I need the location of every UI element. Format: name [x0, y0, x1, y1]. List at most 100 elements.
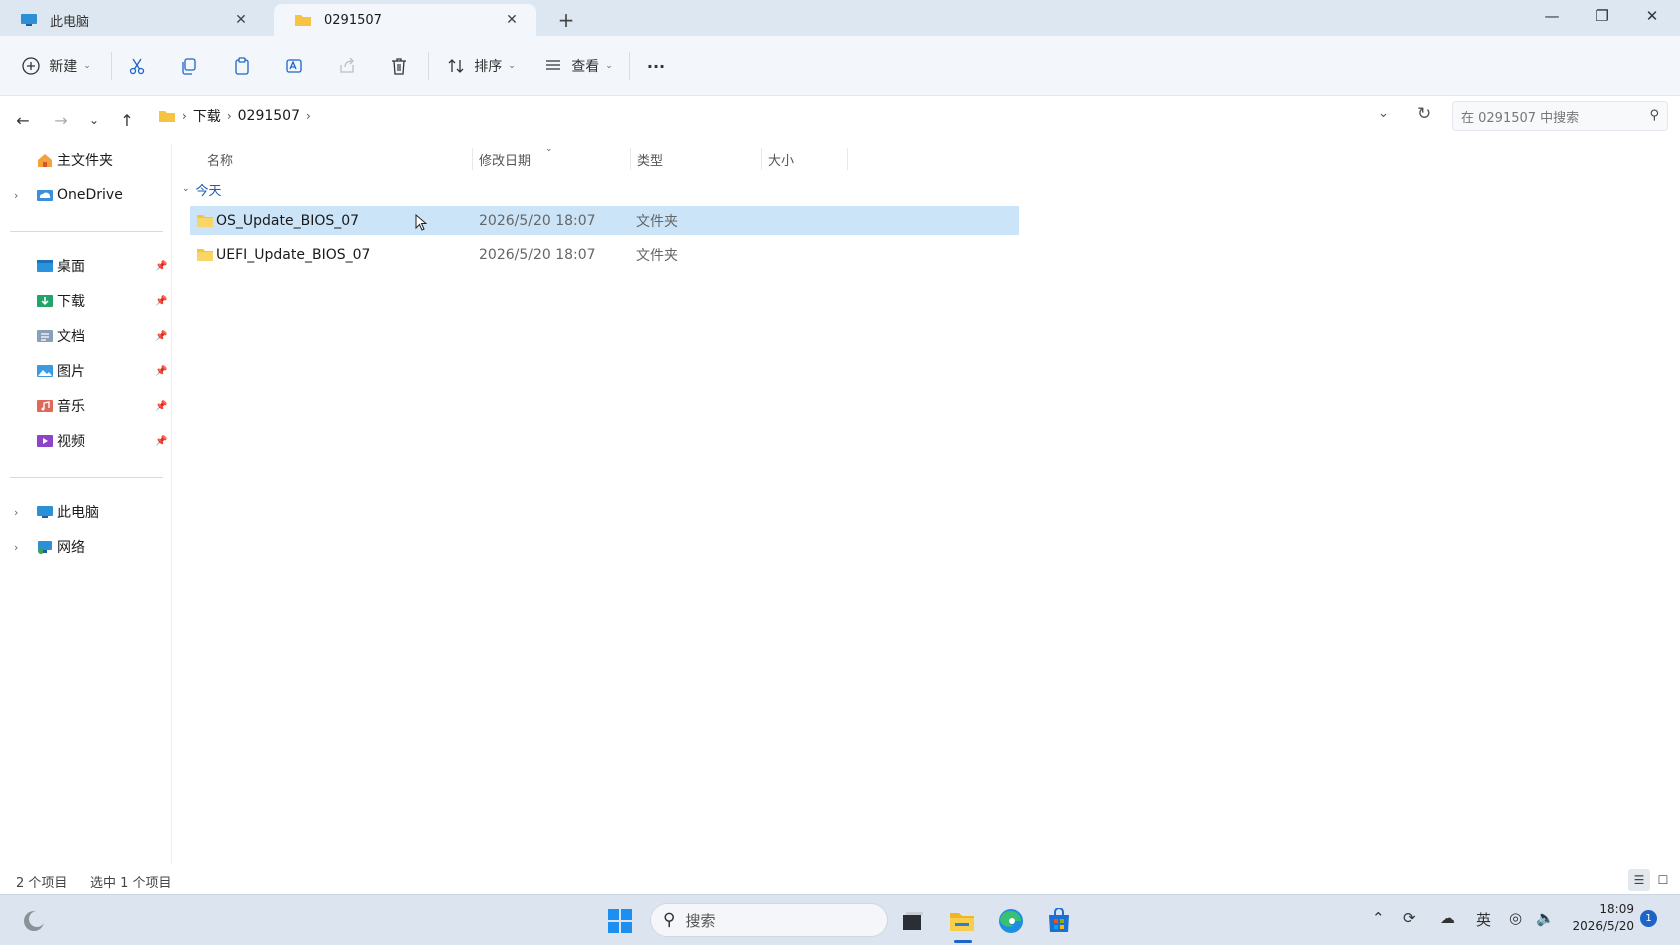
pictures-folder-icon: [37, 365, 53, 377]
restore-button[interactable]: ❐: [1577, 0, 1627, 32]
column-header-name[interactable]: 名称: [201, 144, 470, 174]
widgets-button[interactable]: [16, 903, 52, 939]
column-header-type[interactable]: 类型: [631, 144, 759, 174]
cloud-offline-icon[interactable]: ☁: [1440, 909, 1455, 927]
weather-icon: [24, 911, 45, 931]
breadcrumb-downloads[interactable]: 下载: [193, 106, 221, 126]
sidebar-item-downloads[interactable]: 下载 📌: [0, 286, 170, 316]
volume-icon[interactable]: 🔈: [1536, 909, 1555, 927]
input-method-indicator[interactable]: 英: [1476, 909, 1491, 930]
view-button-label: 查看: [571, 59, 600, 75]
scissors-icon: [129, 58, 145, 75]
sidebar-item-label: 下载: [57, 294, 85, 310]
breadcrumb-separator-icon[interactable]: ›: [306, 109, 311, 123]
copy-button[interactable]: [173, 50, 205, 82]
pin-icon[interactable]: 📌: [155, 261, 167, 272]
sidebar-item-network[interactable]: › 网络: [0, 532, 170, 562]
tab-this-pc[interactable]: 此电脑 ✕: [0, 4, 265, 36]
list-item[interactable]: OS_Update_BIOS_07 2026/5/20 18:07 文件夹: [190, 206, 1019, 235]
chevron-down-icon: ⌄: [508, 61, 516, 71]
address-history-button[interactable]: ⌄: [1378, 106, 1389, 121]
sidebar-item-this-pc[interactable]: › 此电脑: [0, 497, 170, 527]
sidebar-item-videos[interactable]: 视频 📌: [0, 426, 170, 456]
breadcrumb-current[interactable]: 0291507: [238, 108, 300, 124]
more-options-button[interactable]: ···: [640, 50, 672, 82]
chevron-down-icon: ⌄: [83, 61, 91, 71]
new-button[interactable]: 新建 ⌄: [20, 50, 92, 82]
network-globe-icon[interactable]: ◎: [1509, 909, 1522, 927]
up-button[interactable]: ↑: [113, 106, 141, 134]
refresh-button[interactable]: ↻: [1417, 104, 1431, 124]
refresh-icon: ↻: [1417, 104, 1432, 124]
close-tab-icon[interactable]: ✕: [502, 12, 522, 28]
taskbar-clock[interactable]: 18:09 2026/5/20: [1570, 901, 1634, 935]
back-button[interactable]: ←: [9, 106, 37, 134]
column-header-label: 大小: [768, 153, 795, 169]
sort-button[interactable]: 排序 ⌄: [446, 50, 516, 82]
close-window-button[interactable]: ✕: [1627, 0, 1677, 32]
tiles-view-button[interactable]: ☐: [1652, 869, 1674, 891]
microsoft-store-button[interactable]: [1041, 903, 1077, 939]
trash-icon: [392, 58, 406, 75]
start-button[interactable]: [602, 903, 638, 939]
sidebar-item-documents[interactable]: 文档 📌: [0, 321, 170, 351]
sidebar-divider: [10, 477, 163, 478]
pin-icon[interactable]: 📌: [155, 436, 167, 447]
list-item[interactable]: UEFI_Update_BIOS_07 2026/5/20 18:07 文件夹: [190, 240, 1019, 269]
rename-button[interactable]: [278, 50, 310, 82]
folder-icon: [197, 215, 213, 227]
group-header-today[interactable]: ⌄ 今天: [182, 178, 222, 200]
documents-folder-icon: [37, 330, 53, 342]
pin-icon[interactable]: 📌: [155, 401, 167, 412]
arrow-left-icon: ←: [16, 110, 30, 130]
column-resize-handle[interactable]: [847, 148, 848, 170]
taskbar-search[interactable]: ⚲ 搜索: [650, 903, 888, 937]
minimize-button[interactable]: —: [1527, 0, 1577, 32]
chevron-right-icon[interactable]: ›: [14, 506, 18, 519]
command-bar: 新建 ⌄ 排序 ⌄ 查看 ⌄ ···: [0, 36, 1680, 96]
pin-icon[interactable]: 📌: [155, 366, 167, 377]
taskbar-search-label: 搜索: [685, 911, 716, 930]
search-input[interactable]: 在 0291507 中搜索 ⚲: [1452, 101, 1668, 131]
downloads-folder-icon: [37, 295, 53, 307]
chevron-down-icon: ⌄: [88, 113, 100, 127]
monitor-icon: [37, 506, 53, 518]
clock-time: 18:09: [1599, 902, 1634, 916]
folder-icon: [159, 111, 175, 122]
close-tab-icon[interactable]: ✕: [231, 12, 251, 28]
cut-button[interactable]: [121, 50, 153, 82]
tab-0291507[interactable]: 0291507 ✕: [274, 4, 536, 36]
toolbar-divider: [111, 52, 112, 80]
home-icon: [38, 154, 52, 167]
sidebar-item-music[interactable]: 音乐 📌: [0, 391, 170, 421]
task-view-button[interactable]: [895, 903, 931, 939]
pin-icon[interactable]: 📌: [155, 331, 167, 342]
view-button[interactable]: 查看 ⌄: [543, 50, 613, 82]
new-tab-button[interactable]: +: [552, 6, 580, 34]
notification-badge[interactable]: 1: [1640, 910, 1657, 927]
forward-button[interactable]: →: [47, 106, 75, 134]
edge-browser-button[interactable]: [993, 903, 1029, 939]
address-bar[interactable]: › 下载 › 0291507 ›: [150, 101, 1432, 131]
chevron-right-icon[interactable]: ›: [14, 541, 18, 554]
sync-status-icon[interactable]: ⟳: [1403, 909, 1416, 927]
column-header-date[interactable]: 修改日期: [473, 144, 629, 174]
share-button[interactable]: [331, 50, 363, 82]
chevron-right-icon[interactable]: ›: [14, 189, 18, 202]
delete-button[interactable]: [383, 50, 415, 82]
sidebar-item-onedrive[interactable]: › OneDrive: [0, 180, 170, 210]
music-folder-icon: [37, 400, 53, 412]
file-explorer-taskbar-button[interactable]: [944, 903, 980, 939]
show-hidden-icons-button[interactable]: ⌃: [1372, 909, 1385, 927]
sidebar-item-pictures[interactable]: 图片 📌: [0, 356, 170, 386]
recent-locations-button[interactable]: ⌄: [80, 106, 108, 134]
navigation-pane: 主文件夹 › OneDrive 桌面 📌 下载 📌 文档 📌 图片 📌 音乐 📌…: [0, 144, 172, 864]
pin-icon[interactable]: 📌: [155, 296, 167, 307]
paste-button[interactable]: [226, 50, 258, 82]
column-header-size[interactable]: 大小: [762, 144, 1020, 174]
sidebar-item-home[interactable]: 主文件夹: [0, 145, 170, 175]
details-view-button[interactable]: ☰: [1628, 869, 1650, 891]
column-header-label: 修改日期: [479, 153, 532, 169]
sidebar-item-desktop[interactable]: 桌面 📌: [0, 251, 170, 281]
search-placeholder: 在 0291507 中搜索: [1461, 110, 1580, 126]
